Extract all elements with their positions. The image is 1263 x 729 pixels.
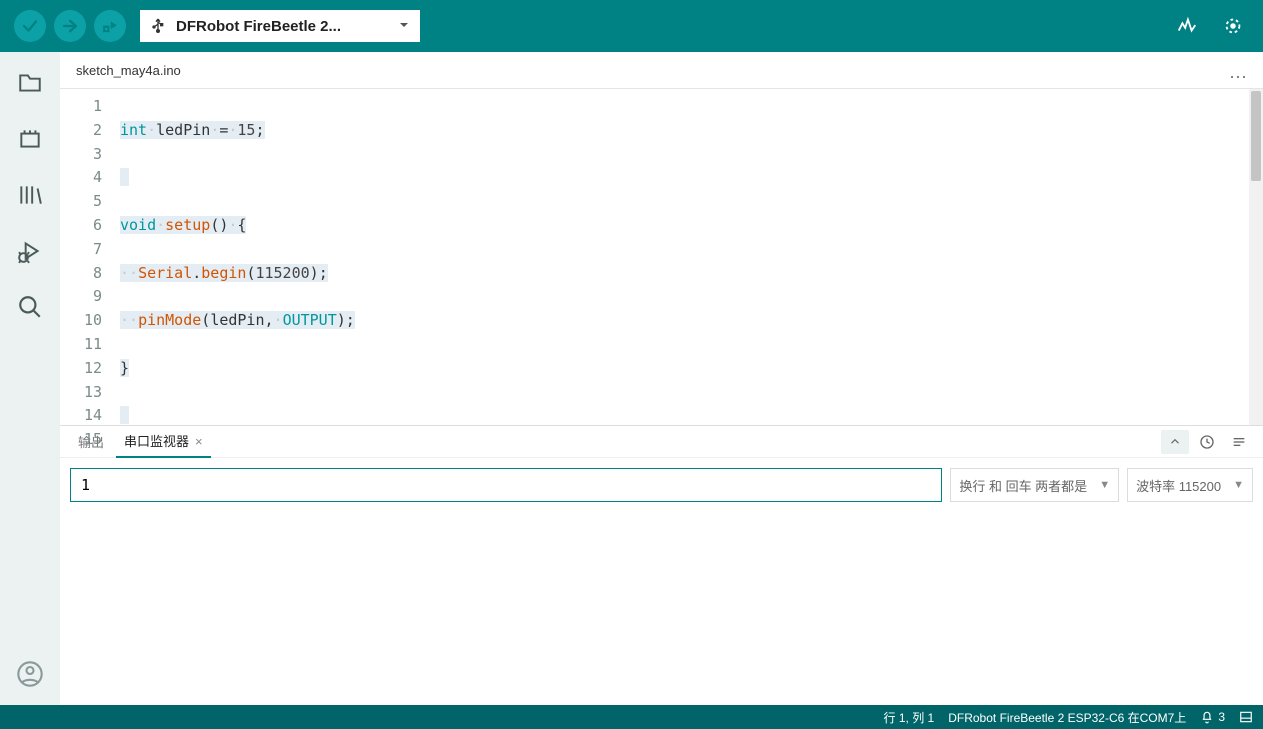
line-number: 4 [60,166,102,190]
verify-button[interactable] [14,10,46,42]
code-token: ( [201,311,210,329]
code-token: ) [310,264,319,282]
tab-serial-monitor[interactable]: 串口监视器 × [116,425,211,458]
chevron-down-icon [398,19,410,34]
panel-collapse-button[interactable] [1161,430,1189,454]
code-token: ) [337,311,346,329]
boards-manager-icon[interactable] [15,124,45,154]
serial-plotter-button[interactable] [1171,10,1203,42]
code-token: { [237,216,246,234]
close-icon[interactable]: × [195,434,203,449]
code-editor[interactable]: 1 2 3 4 5 6 7 8 9 10 11 12 13 14 15 int·… [60,88,1263,425]
serial-controls: 换行 和 回车 两者都是 ▼ 波特率 115200 ▼ [60,458,1263,512]
code-token: Serial [138,264,192,282]
cursor-position: 行 1, 列 1 [884,709,935,726]
code-token: 15 [237,121,255,139]
code-token: , [265,311,274,329]
code-token: ( [210,216,219,234]
tab-overflow-button[interactable]: ⋯ [1215,67,1263,88]
code-token: OUTPUT [283,311,337,329]
editor-scrollbar[interactable] [1249,89,1263,425]
line-number: 8 [60,262,102,286]
line-number: 14 [60,404,102,428]
account-icon[interactable] [15,659,45,689]
line-number: 7 [60,238,102,262]
notifications-button[interactable]: 3 [1200,710,1225,724]
line-number: 13 [60,381,102,405]
code-token: } [120,359,129,377]
dropdown-label: 换行 和 回车 两者都是 [959,476,1087,495]
scroll-thumb[interactable] [1251,91,1261,181]
line-number: 10 [60,309,102,333]
status-board[interactable]: DFRobot FireBeetle 2 ESP32-C6 在COM7上 [948,709,1186,726]
code-token: setup [165,216,210,234]
editor-tabs: sketch_may4a.ino ⋯ [60,52,1263,88]
activity-bar [0,52,60,705]
search-icon[interactable] [15,292,45,322]
code-token: . [192,264,201,282]
chevron-down-icon: ▼ [1233,479,1244,491]
serial-input[interactable] [70,468,942,502]
line-number: 3 [60,143,102,167]
notif-count: 3 [1218,710,1225,724]
line-number: 1 [60,95,102,119]
debug-button[interactable] [94,10,126,42]
line-number: 5 [60,190,102,214]
dropdown-label: 波特率 115200 [1136,476,1221,495]
line-gutter: 1 2 3 4 5 6 7 8 9 10 11 12 13 14 15 [60,89,120,425]
baud-rate-dropdown[interactable]: 波特率 115200 ▼ [1127,468,1253,502]
code-token: ledPin [156,121,210,139]
line-number: 12 [60,357,102,381]
code-token: ledPin [210,311,264,329]
code-token: begin [201,264,246,282]
status-bar: 行 1, 列 1 DFRobot FireBeetle 2 ESP32-C6 在… [0,705,1263,729]
chevron-down-icon: ▼ [1099,479,1110,491]
line-number: 11 [60,333,102,357]
library-manager-icon[interactable] [15,180,45,210]
panel-lines-button[interactable] [1225,430,1253,454]
code-token: int [120,121,147,139]
code-token: ; [319,264,328,282]
debug-icon[interactable] [15,236,45,266]
line-ending-dropdown[interactable]: 换行 和 回车 两者都是 ▼ [950,468,1119,502]
line-number: 15 [60,428,102,452]
code-token: pinMode [138,311,201,329]
sketchbook-icon[interactable] [15,68,45,98]
serial-output-area [60,512,1263,705]
top-toolbar: DFRobot FireBeetle 2... [0,0,1263,52]
panel-clock-button[interactable] [1193,430,1221,454]
board-label: DFRobot FireBeetle 2... [176,18,341,35]
file-tab[interactable]: sketch_may4a.ino [64,55,197,88]
serial-monitor-button[interactable] [1217,10,1249,42]
usb-icon [150,15,166,38]
code-token: ; [255,121,264,139]
line-number: 6 [60,214,102,238]
panel-tabs: 输出 串口监视器× [60,426,1263,458]
code-token: ; [346,311,355,329]
line-number: 2 [60,119,102,143]
code-token: 115200 [255,264,309,282]
bottom-panel: 输出 串口监视器× [60,425,1263,705]
status-layout-button[interactable] [1239,710,1253,724]
tab-label: 串口监视器 [124,434,189,449]
upload-button[interactable] [54,10,86,42]
line-number: 9 [60,285,102,309]
code-token: void [120,216,156,234]
board-selector[interactable]: DFRobot FireBeetle 2... [140,10,420,42]
code-area[interactable]: int·ledPin·=·15; void·setup()·{ ··Serial… [120,89,1263,425]
